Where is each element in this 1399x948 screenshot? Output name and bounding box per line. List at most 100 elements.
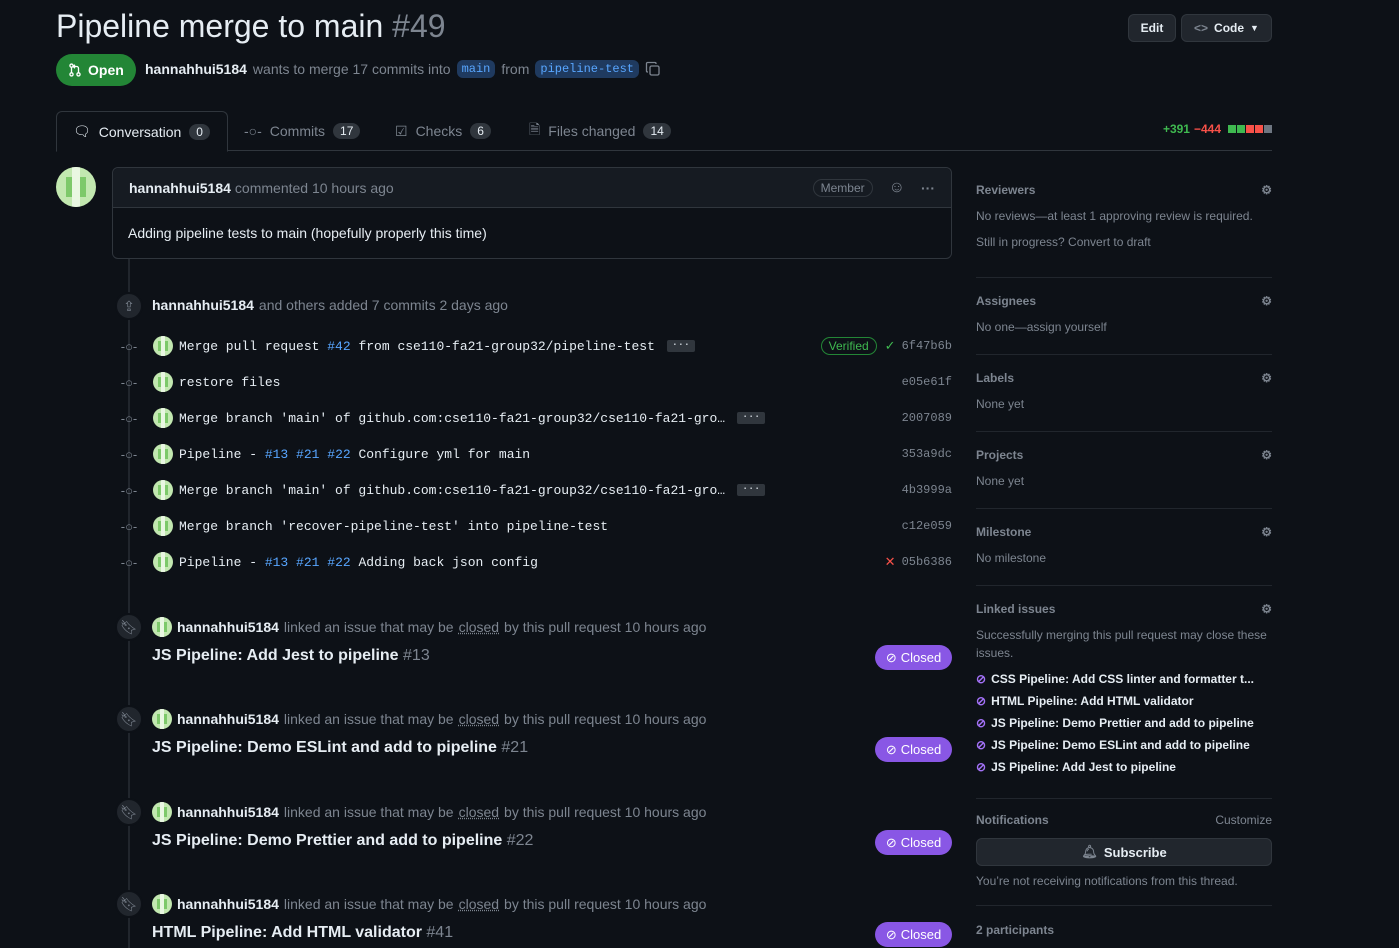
pr-wants-text: wants to merge 17 commits into xyxy=(252,61,451,77)
projects-title: Projects xyxy=(976,448,1024,462)
avatar[interactable] xyxy=(152,894,172,914)
linked-issue-title[interactable]: JS Pipeline: Demo Prettier and add to pi… xyxy=(152,832,533,850)
gear-icon[interactable]: ⚙ xyxy=(1261,294,1272,308)
commit-message[interactable]: Pipeline - #13 #21 #22 Configure yml for… xyxy=(179,447,530,462)
assignees-text[interactable]: No one—assign yourself xyxy=(976,320,1272,334)
linked-issue-item[interactable]: ⊘ CSS Pipeline: Add CSS linter and format… xyxy=(976,668,1272,690)
gear-icon[interactable]: ⚙ xyxy=(1261,602,1272,616)
event-author[interactable]: hannahhui5184 xyxy=(177,619,279,635)
linked-issue-item[interactable]: ⊘ JS Pipeline: Add Jest to pipeline xyxy=(976,756,1272,778)
labels-text: None yet xyxy=(976,397,1025,411)
milestone-text: No milestone xyxy=(976,551,1047,565)
commit-icon: -○- xyxy=(120,554,138,570)
pr-author[interactable]: hannahhui5184 xyxy=(145,61,247,77)
issue-link[interactable]: #13 xyxy=(265,555,288,570)
gear-icon[interactable]: ⚙ xyxy=(1261,525,1272,539)
avatar[interactable] xyxy=(153,444,173,464)
avatar[interactable] xyxy=(153,480,173,500)
expand-commit-button[interactable]: ··· xyxy=(666,340,695,353)
sidebar-labels: Labels ⚙ None yet xyxy=(976,371,1272,432)
check-icon[interactable]: ✓ xyxy=(885,338,896,354)
commit-sha[interactable]: 6f47b6b xyxy=(902,339,952,353)
bookmark-icon: 🔖︎ xyxy=(115,890,143,918)
issue-link[interactable]: #22 xyxy=(327,447,350,462)
event-header: hannahhui5184 linked an issue that may be… xyxy=(152,617,706,637)
avatar[interactable] xyxy=(56,167,96,207)
avatar[interactable] xyxy=(152,709,172,729)
closed-badge: ⊘ Closed xyxy=(875,922,952,947)
event-author[interactable]: hannahhui5184 xyxy=(177,804,279,820)
issue-link[interactable]: #21 xyxy=(296,555,319,570)
convert-to-draft-link[interactable]: Still in progress? Convert to draft xyxy=(976,235,1272,249)
commit-row: -○- Merge branch 'main' of github.com:cse… xyxy=(118,478,952,502)
avatar[interactable] xyxy=(152,617,172,637)
commit-sha[interactable]: e05e61f xyxy=(902,375,952,389)
comment-body: Adding pipeline tests to main (hopefully… xyxy=(128,225,487,241)
issue-link[interactable]: #42 xyxy=(327,339,350,354)
closed-word: closed xyxy=(458,804,500,820)
issue-link[interactable]: #21 xyxy=(296,447,319,462)
issue-link[interactable]: #13 xyxy=(265,447,288,462)
pr-meta: hannahhui5184 wants to merge 17 commits … xyxy=(145,60,661,78)
tab-commits[interactable]: -○- Commits 17 xyxy=(228,111,376,151)
commit-message[interactable]: restore files xyxy=(179,375,280,390)
expand-commit-button[interactable]: ··· xyxy=(737,412,766,425)
event-text: by this pull request 10 hours ago xyxy=(504,896,707,912)
linked-issues-text: Successfully merging this pull request m… xyxy=(976,628,1267,660)
commit-sha[interactable]: 4b3999a xyxy=(902,483,952,497)
commit-message[interactable]: Merge pull request #42 from cse110-fa21-… xyxy=(179,339,695,354)
commit-sha[interactable]: 353a9dc xyxy=(902,447,952,461)
edit-button[interactable]: Edit xyxy=(1128,14,1176,42)
commit-sha[interactable]: c12e059 xyxy=(902,519,952,533)
bookmark-icon: 🔖︎ xyxy=(115,613,143,641)
sidebar-milestone: Milestone ⚙ No milestone xyxy=(976,525,1272,586)
tab-checks[interactable]: ☑ Checks 6 xyxy=(379,111,507,151)
gear-icon[interactable]: ⚙ xyxy=(1261,371,1272,385)
smiley-icon[interactable]: ☺ xyxy=(889,179,905,197)
subscribe-button[interactable]: 🔔︎ Subscribe xyxy=(976,838,1272,866)
avatar[interactable] xyxy=(153,408,173,428)
code-button[interactable]: <> Code ▼ xyxy=(1181,14,1272,42)
kebab-menu-icon[interactable]: ··· xyxy=(921,180,935,196)
linked-issue-title[interactable]: HTML Pipeline: Add HTML validator #41 xyxy=(152,924,453,942)
issue-number: #13 xyxy=(403,647,430,664)
x-icon[interactable]: ✕ xyxy=(885,554,896,570)
commit-message[interactable]: Merge branch 'recover-pipeline-test' int… xyxy=(179,519,608,534)
event-author[interactable]: hannahhui5184 xyxy=(177,711,279,727)
tab-files-changed[interactable]: 🗎 Files changed 14 xyxy=(513,111,687,151)
linked-issue-title[interactable]: JS Pipeline: Add Jest to pipeline #13 xyxy=(152,647,430,665)
linked-issue-item[interactable]: ⊘ JS Pipeline: Demo ESLint and add to pip… xyxy=(976,734,1272,756)
linked-issue-item[interactable]: ⊘ JS Pipeline: Demo Prettier and add to p… xyxy=(976,712,1272,734)
expand-commit-button[interactable]: ··· xyxy=(737,484,766,497)
commit-sha[interactable]: 05b6386 xyxy=(902,555,952,569)
issue-closed-icon: ⊘ xyxy=(885,649,897,665)
commit-message[interactable]: Merge branch 'main' of github.com:cse110… xyxy=(179,411,766,426)
avatar[interactable] xyxy=(152,802,172,822)
avatar[interactable] xyxy=(153,372,173,392)
commit-row: -○- Pipeline - #13 #21 #22 Adding back js… xyxy=(118,550,952,574)
copy-icon[interactable] xyxy=(645,61,661,77)
customize-link[interactable]: Customize xyxy=(1215,813,1272,827)
linked-issue-item[interactable]: ⊘ HTML Pipeline: Add HTML validator xyxy=(976,690,1272,712)
tab-conversation[interactable]: 🗨 Conversation 0 xyxy=(56,111,228,152)
tab-counter: 6 xyxy=(470,123,491,139)
commit-message[interactable]: Pipeline - #13 #21 #22 Adding back json … xyxy=(179,555,538,570)
chevron-down-icon: ▼ xyxy=(1250,23,1259,33)
comment-author[interactable]: hannahhui5184 xyxy=(129,180,231,196)
commit-message[interactable]: Merge branch 'main' of github.com:cse110… xyxy=(179,483,766,498)
commits-event-author[interactable]: hannahhui5184 xyxy=(152,297,254,313)
gear-icon[interactable]: ⚙ xyxy=(1261,448,1272,462)
base-branch[interactable]: main xyxy=(456,60,496,78)
linked-issue-title[interactable]: JS Pipeline: Demo ESLint and add to pipe… xyxy=(152,739,528,757)
commit-icon: -○- xyxy=(120,518,138,534)
event-author[interactable]: hannahhui5184 xyxy=(177,896,279,912)
avatar[interactable] xyxy=(153,552,173,572)
comment-action[interactable]: commented 10 hours ago xyxy=(235,180,394,196)
gear-icon[interactable]: ⚙ xyxy=(1261,183,1272,197)
avatar[interactable] xyxy=(153,516,173,536)
verified-badge[interactable]: Verified xyxy=(820,337,877,355)
avatar[interactable] xyxy=(153,336,173,356)
commit-sha[interactable]: 2007089 xyxy=(902,411,952,425)
head-branch[interactable]: pipeline-test xyxy=(535,60,639,78)
issue-link[interactable]: #22 xyxy=(327,555,350,570)
